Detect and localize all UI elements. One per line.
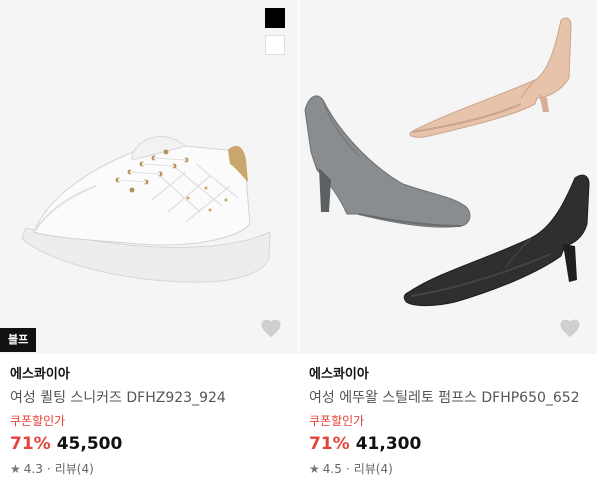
coupon-label: 쿠폰할인가 [10,414,66,428]
color-swatches [265,8,285,62]
product-info: 에스콰이아 여성 퀼팅 스니커즈 DFHZ923_924 쿠폰할인가 71% 45… [0,354,298,477]
discount-rate: 71% [309,434,350,454]
color-swatch-black[interactable] [265,8,285,28]
separator: · [345,462,350,476]
product-name[interactable]: 여성 퀼팅 스니커즈 DFHZ923_924 [10,388,295,408]
color-swatch-white[interactable] [265,35,285,55]
product-info: 에스콰이아 여성 에뚜왈 스틸레토 펌프스 DFHP650_652 쿠폰할인가 … [299,354,597,477]
review-summary: ★ 4.3 · 리뷰(4) [10,461,298,477]
rating-value: 4.3 [23,462,43,476]
pumps-image [304,17,590,307]
sale-price: 45,500 [56,434,123,454]
product-grid: 블프 에스콰이아 여성 퀼팅 스니커즈 DFHZ923_924 쿠폰할인가 71… [0,0,597,476]
review-count: 리뷰(4) [54,462,94,476]
sale-badge: 블프 [0,328,37,352]
product-image[interactable]: 블프 [0,0,298,354]
star-icon: ★ [309,462,320,476]
brand-name[interactable]: 에스콰이아 [309,366,597,384]
review-count: 리뷰(4) [353,462,393,476]
product-card[interactable]: 에스콰이아 여성 에뚜왈 스틸레토 펌프스 DFHP650_652 쿠폰할인가 … [299,0,597,476]
price-row: 71% 45,500 [10,433,298,455]
separator: · [46,462,51,476]
heart-icon[interactable] [260,318,282,338]
discount-rate: 71% [10,434,51,454]
product-image[interactable] [299,0,597,354]
star-icon: ★ [10,462,21,476]
price-row: 71% 41,300 [309,433,597,455]
heart-icon[interactable] [559,318,581,338]
product-name[interactable]: 여성 에뚜왈 스틸레토 펌프스 DFHP650_652 [309,388,594,408]
brand-name[interactable]: 에스콰이아 [10,366,298,384]
sale-price: 41,300 [355,434,422,454]
review-summary: ★ 4.5 · 리뷰(4) [309,461,597,477]
coupon-label: 쿠폰할인가 [309,414,365,428]
rating-value: 4.5 [322,462,342,476]
product-card[interactable]: 블프 에스콰이아 여성 퀼팅 스니커즈 DFHZ923_924 쿠폰할인가 71… [0,0,298,476]
sneaker-image [21,136,271,283]
